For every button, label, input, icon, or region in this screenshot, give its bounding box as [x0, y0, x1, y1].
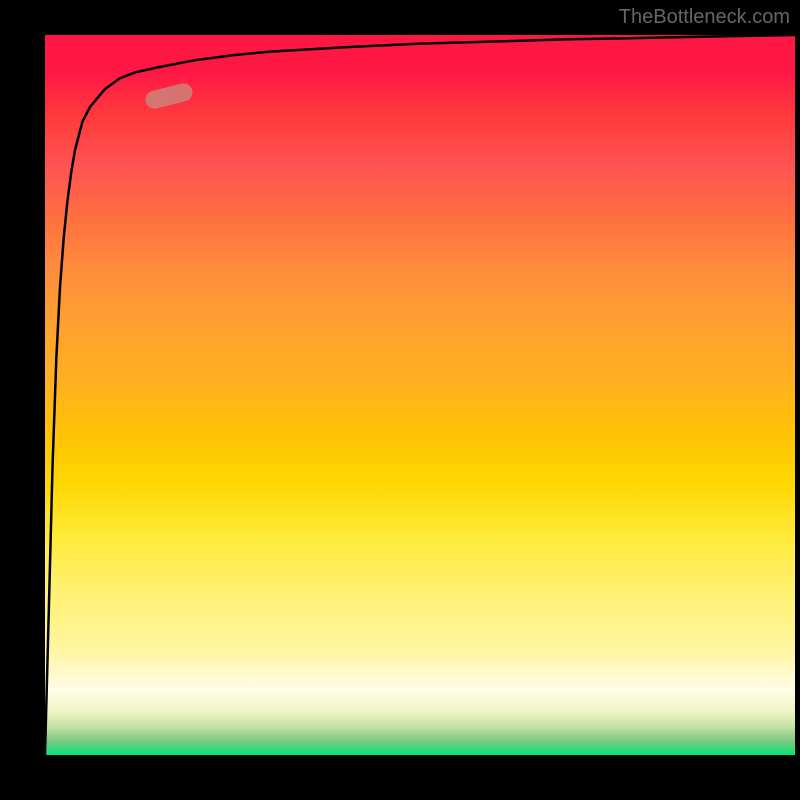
- watermark-text: TheBottleneck.com: [619, 6, 790, 29]
- plot-area: [45, 35, 795, 755]
- curve-line: [45, 35, 795, 755]
